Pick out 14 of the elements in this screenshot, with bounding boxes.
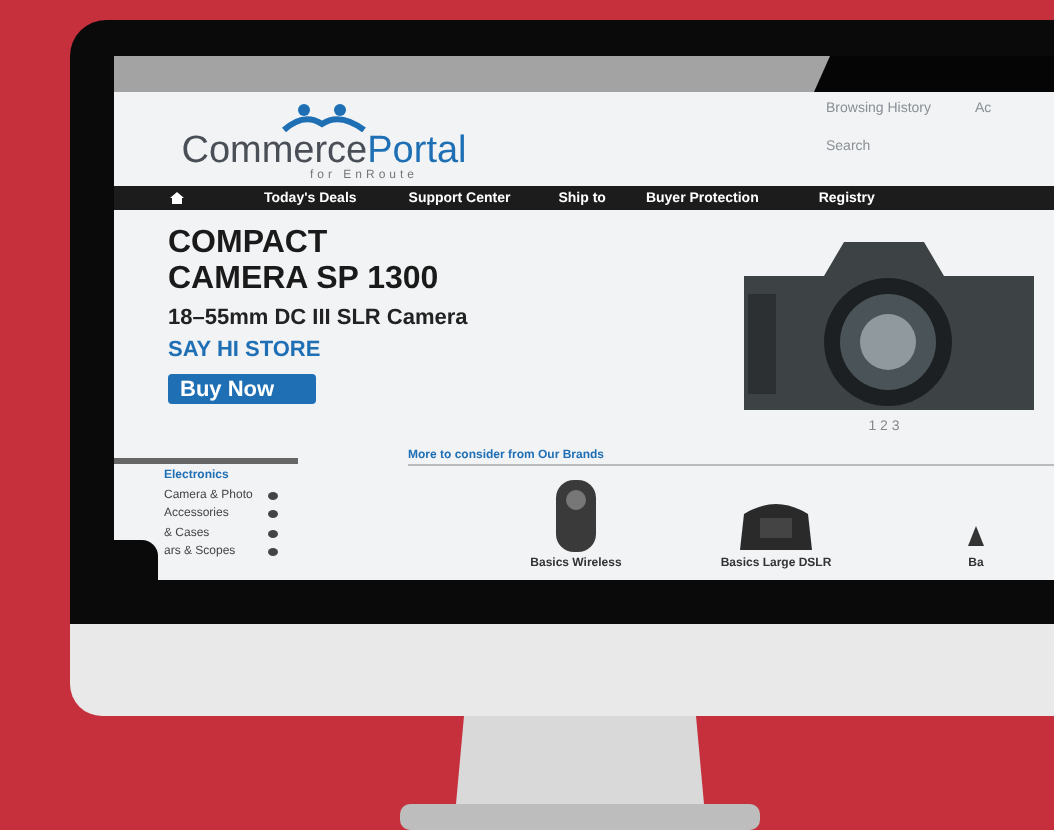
remote-control-icon: [552, 478, 600, 554]
product-image: [968, 526, 984, 546]
bullet-icon: [268, 529, 278, 538]
hero-subtitle: 18–55mm DC III SLR Camera: [168, 306, 468, 330]
bullet-icon: [268, 510, 278, 519]
people-logo-icon: [280, 104, 368, 132]
logo-text[interactable]: CommercePortal: [181, 132, 467, 170]
bullet-icon: [268, 491, 278, 500]
hero-title: CAMERA SP 1300: [168, 262, 441, 298]
home-icon[interactable]: [170, 192, 184, 204]
bullet-icon: [268, 548, 278, 557]
store-name[interactable]: SAY HI STORE: [168, 338, 468, 362]
hero-title: COMPACT: [168, 226, 330, 262]
buy-now-button[interactable]: Buy Now: [168, 374, 316, 404]
